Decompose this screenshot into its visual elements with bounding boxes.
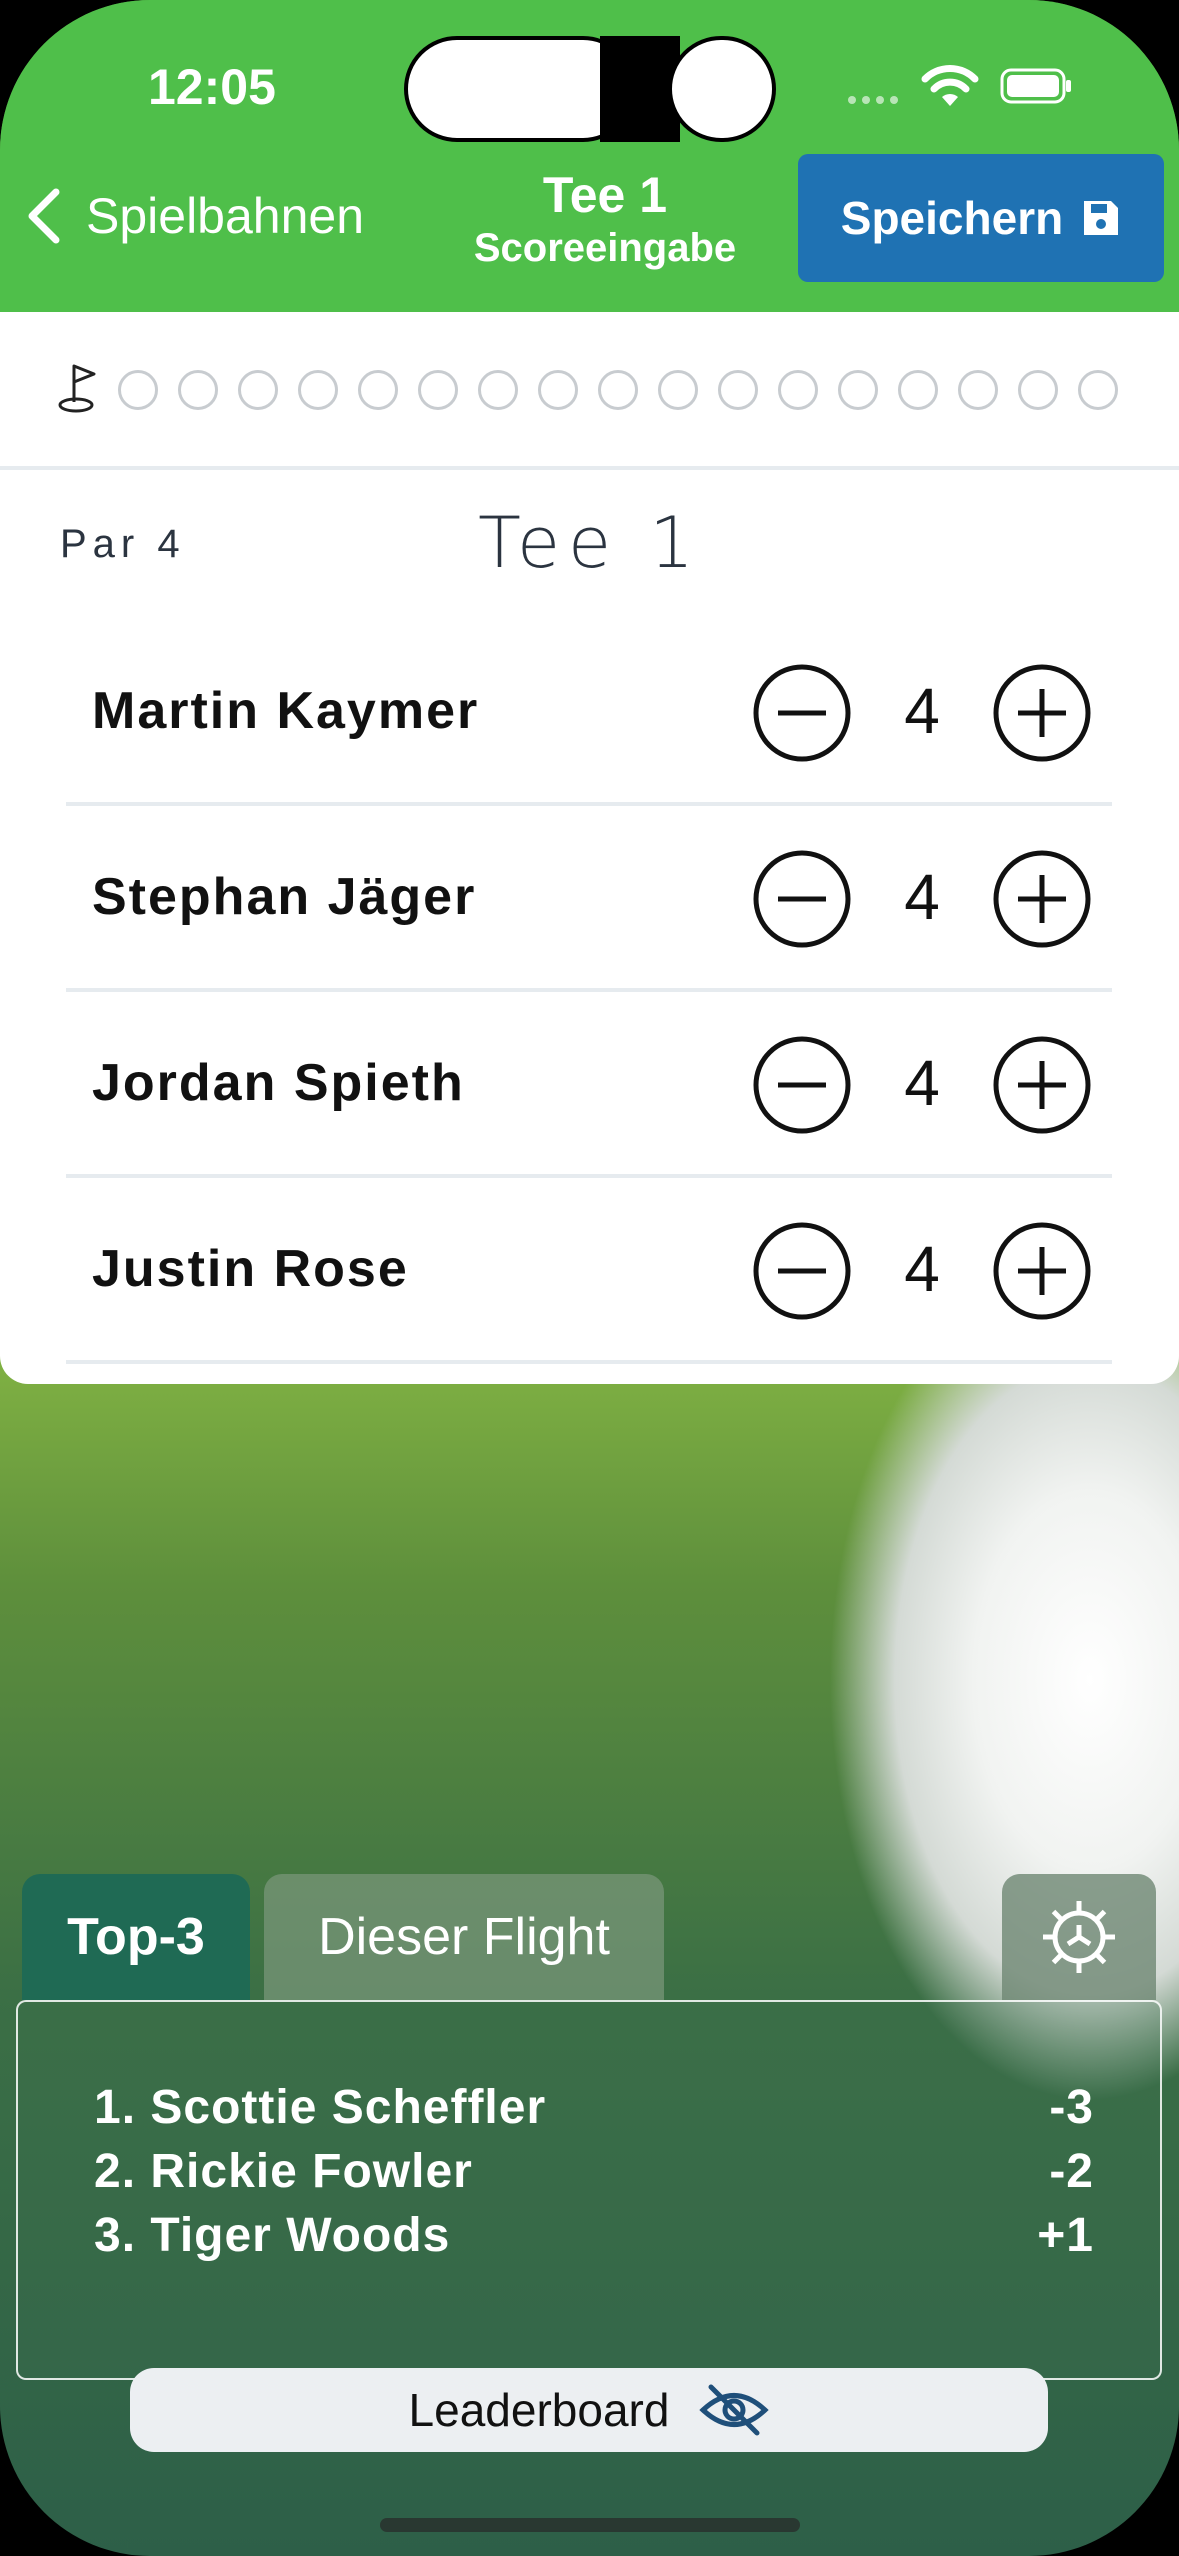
hole-dot[interactable] bbox=[118, 370, 158, 410]
floppy-disk-icon bbox=[1084, 201, 1119, 235]
increment-score-button[interactable] bbox=[992, 663, 1092, 763]
score-value: 4 bbox=[904, 861, 940, 933]
leaderboard-toggle-button[interactable]: Leaderboard bbox=[130, 2368, 1048, 2452]
leaderboard-entry: 1. Scottie Scheffler -3 bbox=[94, 2080, 1094, 2144]
decrement-score-button[interactable] bbox=[752, 1035, 852, 1135]
player-row: Jordan Spieth 4 bbox=[66, 992, 1112, 1178]
page-title-block: Tee 1 Scoreeingabe bbox=[440, 166, 770, 272]
hole-dot[interactable] bbox=[238, 370, 278, 410]
save-label: Speichern bbox=[840, 192, 1064, 244]
increment-score-button[interactable] bbox=[992, 849, 1092, 949]
hole-dot[interactable] bbox=[178, 370, 218, 410]
back-button[interactable]: Spielbahnen bbox=[24, 186, 364, 246]
eye-slash-icon bbox=[699, 2384, 770, 2436]
hole-dot[interactable] bbox=[1078, 370, 1118, 410]
hole-dot[interactable] bbox=[298, 370, 338, 410]
player-row: Martin Kaymer 4 bbox=[66, 620, 1112, 806]
hole-progress-strip bbox=[0, 312, 1179, 470]
save-button[interactable]: Speichern bbox=[798, 154, 1164, 282]
hole-dots bbox=[118, 370, 1118, 410]
hole-dot[interactable] bbox=[1018, 370, 1058, 410]
hole-dot[interactable] bbox=[958, 370, 998, 410]
leaderboard-toggle-label: Leaderboard bbox=[408, 2384, 670, 2436]
player-name: Jordan Spieth bbox=[92, 1054, 465, 1112]
tab-dieser-flight[interactable]: Dieser Flight bbox=[264, 1874, 664, 2000]
player-row: Stephan Jäger 4 bbox=[66, 806, 1112, 992]
hole-dot[interactable] bbox=[358, 370, 398, 410]
player-name: Martin Kaymer bbox=[92, 682, 480, 740]
hole-dot[interactable] bbox=[898, 370, 938, 410]
hole-dot[interactable] bbox=[538, 370, 578, 410]
dynamic-island-camera bbox=[668, 36, 776, 142]
leaderboard-score: +1 bbox=[1037, 2209, 1094, 2262]
hole-dot[interactable] bbox=[658, 370, 698, 410]
leaderboard-score: -3 bbox=[1049, 2081, 1094, 2134]
player-name: Justin Rose bbox=[92, 1240, 409, 1298]
page-subtitle: Scoreeingabe bbox=[473, 226, 737, 270]
hole-dot[interactable] bbox=[718, 370, 758, 410]
leaderboard-score: -2 bbox=[1049, 2145, 1094, 2198]
increment-score-button[interactable] bbox=[992, 1035, 1092, 1135]
hole-dot[interactable] bbox=[838, 370, 878, 410]
hole-dot[interactable] bbox=[418, 370, 458, 410]
score-entry-card: Par 4 Tee 1 Martin Kaymer 4 Stephan Jäge… bbox=[0, 312, 1179, 1384]
par-label: Par 4 bbox=[60, 522, 186, 566]
golf-flag-icon bbox=[58, 364, 96, 413]
tab-top-3[interactable]: Top-3 bbox=[22, 1874, 250, 2000]
page-title: Tee 1 bbox=[542, 167, 668, 223]
top-bar: 12:05 Spielbahnen Tee 1 Scoreeingabe Spe… bbox=[0, 0, 1179, 312]
hole-dot[interactable] bbox=[598, 370, 638, 410]
wifi-icon bbox=[921, 65, 979, 106]
cellular-signal-icon bbox=[848, 96, 898, 104]
increment-score-button[interactable] bbox=[992, 1221, 1092, 1321]
back-label: Spielbahnen bbox=[86, 188, 365, 244]
leaderboard-player: 1. Scottie Scheffler bbox=[94, 2081, 547, 2134]
leaderboard-entry: 2. Rickie Fowler -2 bbox=[94, 2144, 1094, 2208]
leaderboard-entry: 3. Tiger Woods +1 bbox=[94, 2208, 1094, 2272]
app-screen: 12:05 Spielbahnen Tee 1 Scoreeingabe Spe… bbox=[0, 0, 1179, 2556]
gear-icon bbox=[1043, 1901, 1115, 1973]
status-time: 12:05 bbox=[148, 59, 276, 115]
hole-dot[interactable] bbox=[478, 370, 518, 410]
decrement-score-button[interactable] bbox=[752, 663, 852, 763]
decrement-score-button[interactable] bbox=[752, 849, 852, 949]
leaderboard-panel: 1. Scottie Scheffler -3 2. Rickie Fowler… bbox=[16, 2000, 1162, 2380]
score-value: 4 bbox=[904, 1233, 940, 1305]
decrement-score-button[interactable] bbox=[752, 1221, 852, 1321]
player-row: Justin Rose 4 bbox=[66, 1178, 1112, 1364]
score-value: 4 bbox=[904, 1047, 940, 1119]
hole-title: Tee 1 bbox=[478, 502, 702, 584]
leaderboard-player: 2. Rickie Fowler bbox=[94, 2145, 473, 2198]
score-value: 4 bbox=[904, 675, 940, 747]
leaderboard-settings-button[interactable] bbox=[1002, 1874, 1156, 2000]
hole-dot[interactable] bbox=[778, 370, 818, 410]
battery-icon bbox=[1000, 68, 1071, 104]
chevron-left-icon bbox=[28, 188, 60, 244]
leaderboard-player: 3. Tiger Woods bbox=[94, 2209, 451, 2262]
home-indicator bbox=[380, 2518, 800, 2532]
player-name: Stephan Jäger bbox=[92, 868, 477, 926]
